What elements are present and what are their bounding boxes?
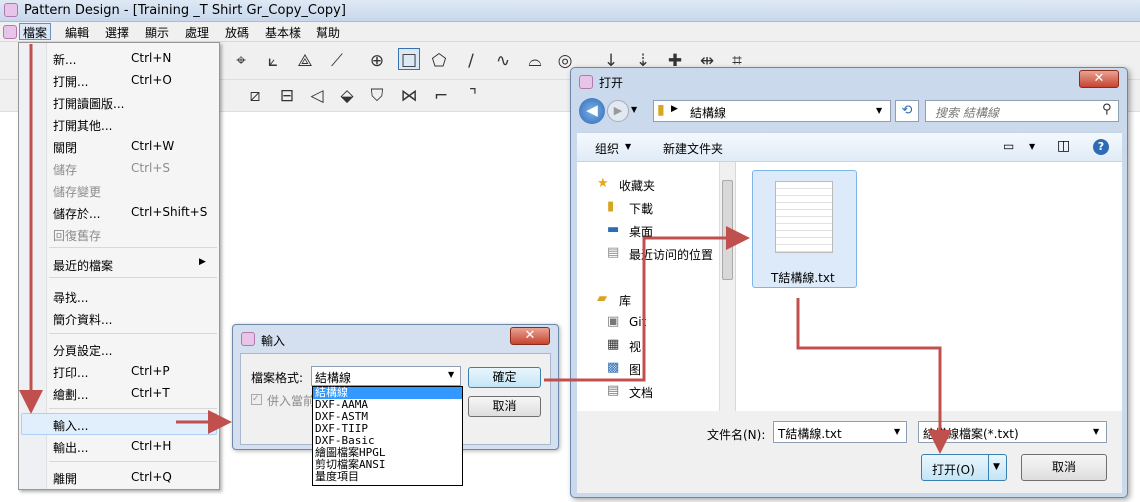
annotation-arrows	[19, 44, 952, 454]
arrow-to-file	[544, 226, 750, 382]
arrow-to-open-button	[796, 298, 952, 454]
